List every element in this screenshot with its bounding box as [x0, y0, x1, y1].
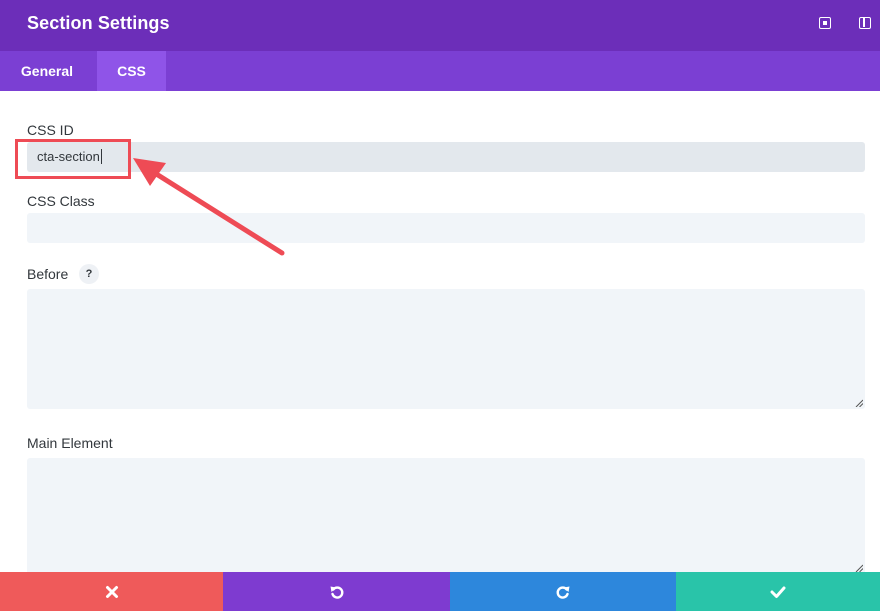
tab-general[interactable]: General	[0, 51, 94, 91]
tab-css[interactable]: CSS	[97, 51, 166, 91]
css-class-label: CSS Class	[27, 193, 95, 209]
modal-header: Section Settings	[0, 0, 880, 51]
main-element-label: Main Element	[27, 435, 113, 451]
css-class-input[interactable]	[27, 213, 865, 243]
before-label: Before	[27, 266, 69, 282]
tab-bar: General CSS	[0, 51, 880, 91]
redo-icon	[556, 585, 570, 599]
modal-title: Section Settings	[27, 13, 170, 33]
undo-icon	[330, 585, 343, 599]
before-textarea[interactable]	[27, 289, 865, 409]
expand-icon[interactable]	[818, 16, 832, 30]
css-id-input[interactable]: cta-section	[27, 142, 865, 172]
cancel-button[interactable]	[0, 572, 223, 611]
save-button[interactable]	[676, 572, 880, 611]
resize-handle-icon[interactable]	[855, 399, 863, 407]
annotation-highlight-box	[15, 139, 131, 179]
css-id-label: CSS ID	[27, 122, 74, 138]
redo-button[interactable]	[450, 572, 676, 611]
resize-handle-icon[interactable]	[855, 564, 863, 572]
action-bar	[0, 572, 880, 611]
help-icon[interactable]: ?	[79, 264, 99, 284]
checkmark-icon	[770, 586, 786, 598]
undo-button[interactable]	[223, 572, 450, 611]
main-element-textarea[interactable]	[27, 458, 865, 574]
close-icon	[105, 585, 118, 598]
split-view-icon[interactable]	[858, 16, 872, 30]
